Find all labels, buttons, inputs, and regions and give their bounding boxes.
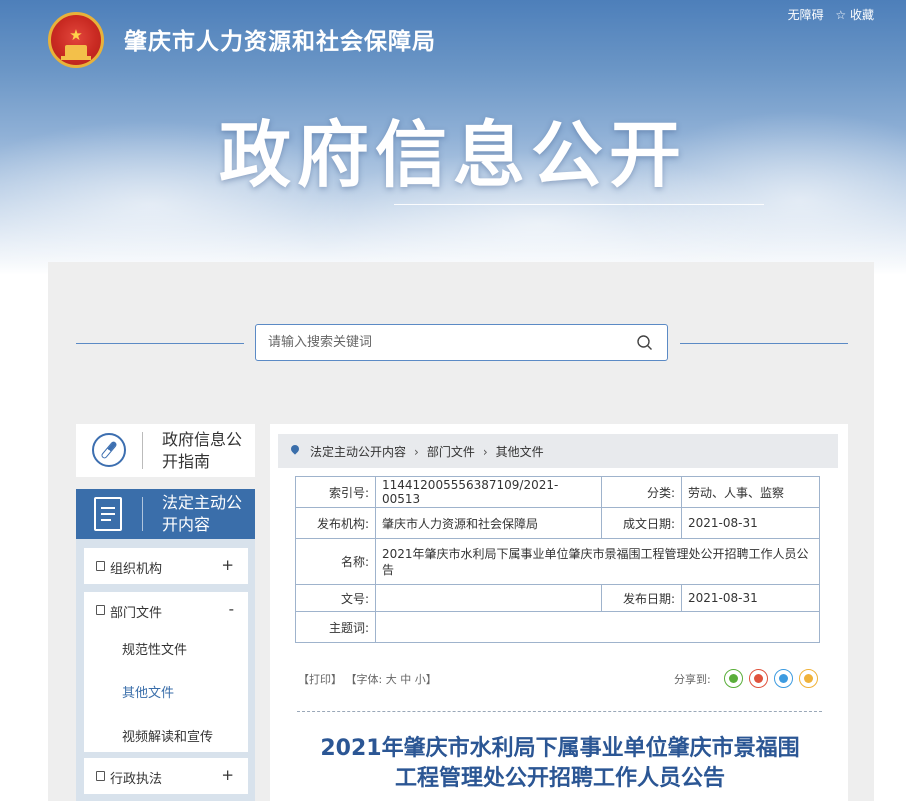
sidebar-item-department-docs[interactable]: 部门文件 - (84, 592, 248, 628)
divider (142, 432, 143, 469)
file-icon (96, 561, 105, 571)
top-links: 无障碍 ☆ 收藏 (780, 6, 874, 23)
national-emblem-icon: ★ (48, 12, 104, 68)
favorite-link[interactable]: ☆ 收藏 (835, 8, 874, 22)
meta-label: 发布机构: (295, 507, 376, 539)
meta-label: 发布日期: (601, 584, 682, 612)
breadcrumb: 法定主动公开内容 › 部门文件 › 其他文件 (278, 434, 838, 468)
breadcrumb-item[interactable]: 其他文件 (496, 445, 544, 459)
divider (297, 711, 822, 712)
site-title: 政府信息公开 (218, 113, 687, 197)
compass-icon (92, 433, 126, 467)
disclosure-guide-link[interactable]: 政府信息公开指南 (76, 424, 255, 477)
search-divider-right (680, 343, 848, 344)
location-pin-icon (289, 443, 301, 455)
font-small-button[interactable]: 小 (415, 673, 426, 686)
share-label: 分享到: (674, 673, 711, 686)
article-title-line: 工程管理处公开招聘工作人员公告 (394, 766, 725, 791)
meta-label: 文号: (295, 584, 376, 612)
article-tools: 【打印】 【字体: 大 中 小】 (298, 671, 437, 687)
font-large-button[interactable]: 大 (386, 673, 397, 686)
chevron-right-icon: › (414, 445, 419, 459)
wechat-icon[interactable] (724, 669, 743, 688)
search-box (255, 324, 668, 361)
statutory-content-link[interactable]: 法定主动公开内容 (76, 489, 255, 539)
chevron-right-icon: › (482, 445, 488, 459)
font-size-prefix: 【字体: (345, 673, 383, 686)
banner-divider (394, 204, 764, 205)
sidebar-item-law-enforcement[interactable]: 行政执法 + (84, 758, 248, 794)
document-meta-table: 索引号: 114412005556387109/2021-00513 分类: 劳… (295, 476, 820, 643)
article-title: 2021年肇庆市水利局下属事业单位肇庆市景福围 工程管理处公开招聘工作人员公告 (290, 734, 830, 794)
expand-icon[interactable]: + (221, 766, 234, 784)
sidebar-item-label: 组织机构 (110, 562, 163, 577)
collapse-icon[interactable]: - (229, 600, 234, 618)
accessibility-link[interactable]: 无障碍 (788, 8, 824, 22)
meta-label: 分类: (601, 476, 682, 508)
expand-icon[interactable]: + (221, 556, 234, 574)
document-icon (94, 497, 122, 531)
sidebar-item-organization[interactable]: 组织机构 + (84, 548, 248, 584)
font-medium-button[interactable]: 中 (400, 673, 411, 686)
qq-icon[interactable] (774, 669, 793, 688)
meta-label: 成文日期: (601, 507, 682, 539)
search-icon[interactable] (636, 334, 653, 351)
meta-label: 名称: (295, 538, 376, 585)
qzone-icon[interactable] (799, 669, 818, 688)
sidebar-subitem-normative-docs[interactable]: 规范性文件 (122, 639, 187, 658)
search-input[interactable] (256, 325, 616, 360)
file-icon (96, 605, 105, 615)
meta-value: 劳动、人事、监察 (681, 476, 820, 508)
meta-label: 索引号: (295, 476, 376, 508)
agency-name[interactable]: 肇庆市人力资源和社会保障局 (124, 22, 436, 56)
sidebar-item-label: 部门文件 (110, 606, 163, 621)
font-size-suffix: 】 (425, 673, 437, 686)
meta-value (375, 611, 820, 643)
sidebar-item-label: 行政执法 (110, 772, 163, 787)
divider (142, 497, 143, 531)
breadcrumb-item[interactable]: 部门文件 (427, 445, 475, 459)
sidebar-subitem-other-docs[interactable]: 其他文件 (122, 682, 174, 701)
meta-value: 2021年肇庆市水利局下属事业单位肇庆市景福围工程管理处公开招聘工作人员公告 (375, 538, 820, 585)
meta-value: 2021-08-31 (681, 584, 820, 612)
statutory-content-label: 法定主动公开内容 (162, 493, 243, 534)
breadcrumb-item[interactable]: 法定主动公开内容 (310, 445, 406, 459)
meta-value: 2021-08-31 (681, 507, 820, 539)
article-title-line: 2021年肇庆市水利局下属事业单位肇庆市景福围 (320, 736, 800, 761)
guide-label: 政府信息公开指南 (162, 430, 243, 471)
file-icon (96, 771, 105, 781)
print-button[interactable]: 【打印】 (298, 673, 342, 686)
meta-value (375, 584, 602, 612)
meta-value: 肇庆市人力资源和社会保障局 (375, 507, 602, 539)
weibo-icon[interactable] (749, 669, 768, 688)
search-divider-left (76, 343, 244, 344)
meta-value: 114412005556387109/2021-00513 (375, 476, 602, 508)
meta-label: 主题词: (295, 611, 376, 643)
sidebar-subitem-video[interactable]: 视频解读和宣传 (122, 726, 213, 745)
